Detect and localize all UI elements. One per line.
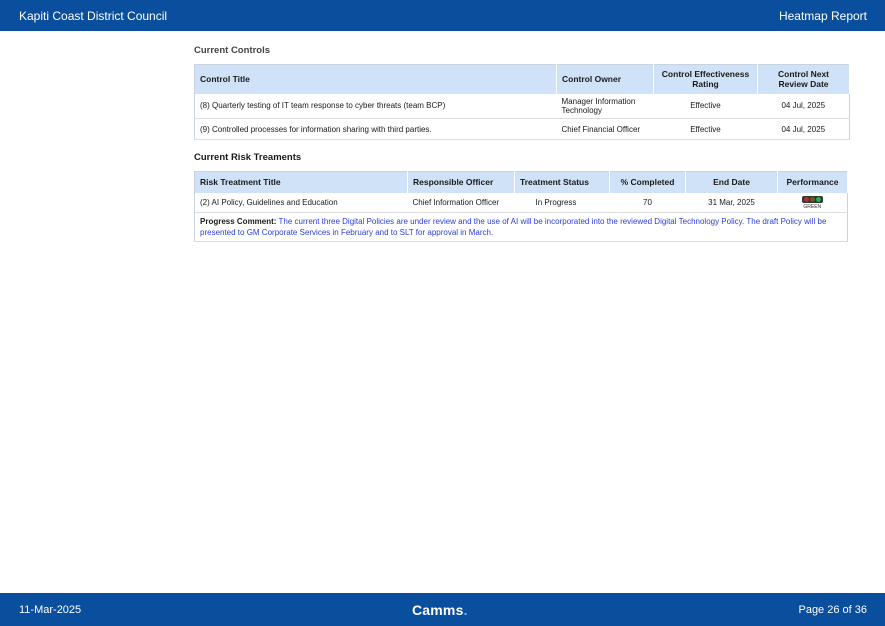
footer-bar: 11-Mar-2025 Camms. Page 26 of 36	[0, 593, 885, 626]
brand-name: Camms	[411, 601, 464, 618]
treatment-officer: Chief Information Officer	[407, 192, 515, 213]
control-title: (8) Quarterly testing of IT team respons…	[194, 93, 557, 119]
col-end-date: End Date	[685, 171, 778, 193]
treatment-completed: 70	[609, 192, 686, 213]
report-title: Heatmap Report	[778, 8, 867, 23]
progress-comment-row: Progress Comment: The current three Digi…	[194, 212, 848, 242]
camms-logo: Camms.	[412, 602, 468, 618]
col-treatment-title: Risk Treatment Title	[194, 171, 408, 193]
control-owner: Manager Information Technology	[556, 93, 654, 119]
green-light-icon	[815, 196, 821, 202]
controls-table: Control Title Control Owner Control Effe…	[194, 64, 850, 140]
amber-light-icon	[809, 196, 815, 202]
red-light-icon	[803, 196, 809, 202]
treatments-table: Risk Treatment Title Responsible Officer…	[194, 171, 848, 242]
treatments-header-row: Risk Treatment Title Responsible Officer…	[194, 171, 848, 193]
control-review-date: 04 Jul, 2025	[757, 93, 850, 119]
control-title: (9) Controlled processes for information…	[194, 118, 557, 140]
treatment-status: In Progress	[514, 192, 610, 213]
control-owner: Chief Financial Officer	[556, 118, 654, 140]
col-treatment-status: Treatment Status	[514, 171, 610, 193]
report-content: Current Controls Control Title Control O…	[194, 45, 850, 242]
org-name: Kapiti Coast District Council	[19, 8, 168, 23]
col-responsible-officer: Responsible Officer	[407, 171, 515, 193]
control-rating: Effective	[653, 93, 758, 119]
table-row: (8) Quarterly testing of IT team respons…	[194, 93, 850, 119]
col-next-review: Control Next Review Date	[757, 64, 850, 94]
progress-comment-cell: Progress Comment: The current three Digi…	[194, 212, 848, 242]
brand-dot: .	[463, 601, 468, 618]
report-date: 11-Mar-2025	[19, 603, 82, 616]
col-performance: Performance	[777, 171, 848, 193]
treatment-title: (2) AI Policy, Guidelines and Education	[194, 192, 408, 213]
performance-label: GREEN	[803, 203, 822, 210]
table-row: (9) Controlled processes for information…	[194, 118, 850, 140]
col-control-title: Control Title	[194, 64, 557, 94]
table-row: (2) AI Policy, Guidelines and Education …	[194, 192, 848, 213]
controls-section-title: Current Controls	[194, 45, 270, 56]
control-review-date: 04 Jul, 2025	[757, 118, 850, 140]
progress-comment-text: The current three Digital Policies are u…	[200, 217, 827, 237]
control-rating: Effective	[653, 118, 758, 140]
top-bar: Kapiti Coast District Council Heatmap Re…	[0, 0, 885, 31]
treatment-end-date: 31 Mar, 2025	[685, 192, 778, 213]
col-control-owner: Control Owner	[556, 64, 654, 94]
performance-indicator: GREEN	[801, 195, 823, 210]
col-effectiveness: Control Effectiveness Rating	[653, 64, 758, 94]
col-percent-completed: % Completed	[609, 171, 686, 193]
performance-cell: GREEN	[777, 192, 848, 213]
controls-header-row: Control Title Control Owner Control Effe…	[194, 64, 850, 94]
page-number: Page 26 of 36	[798, 603, 867, 616]
traffic-light-icon	[801, 195, 823, 203]
treatments-section-title: Current Risk Treaments	[194, 152, 302, 163]
progress-comment-label: Progress Comment:	[200, 217, 277, 226]
